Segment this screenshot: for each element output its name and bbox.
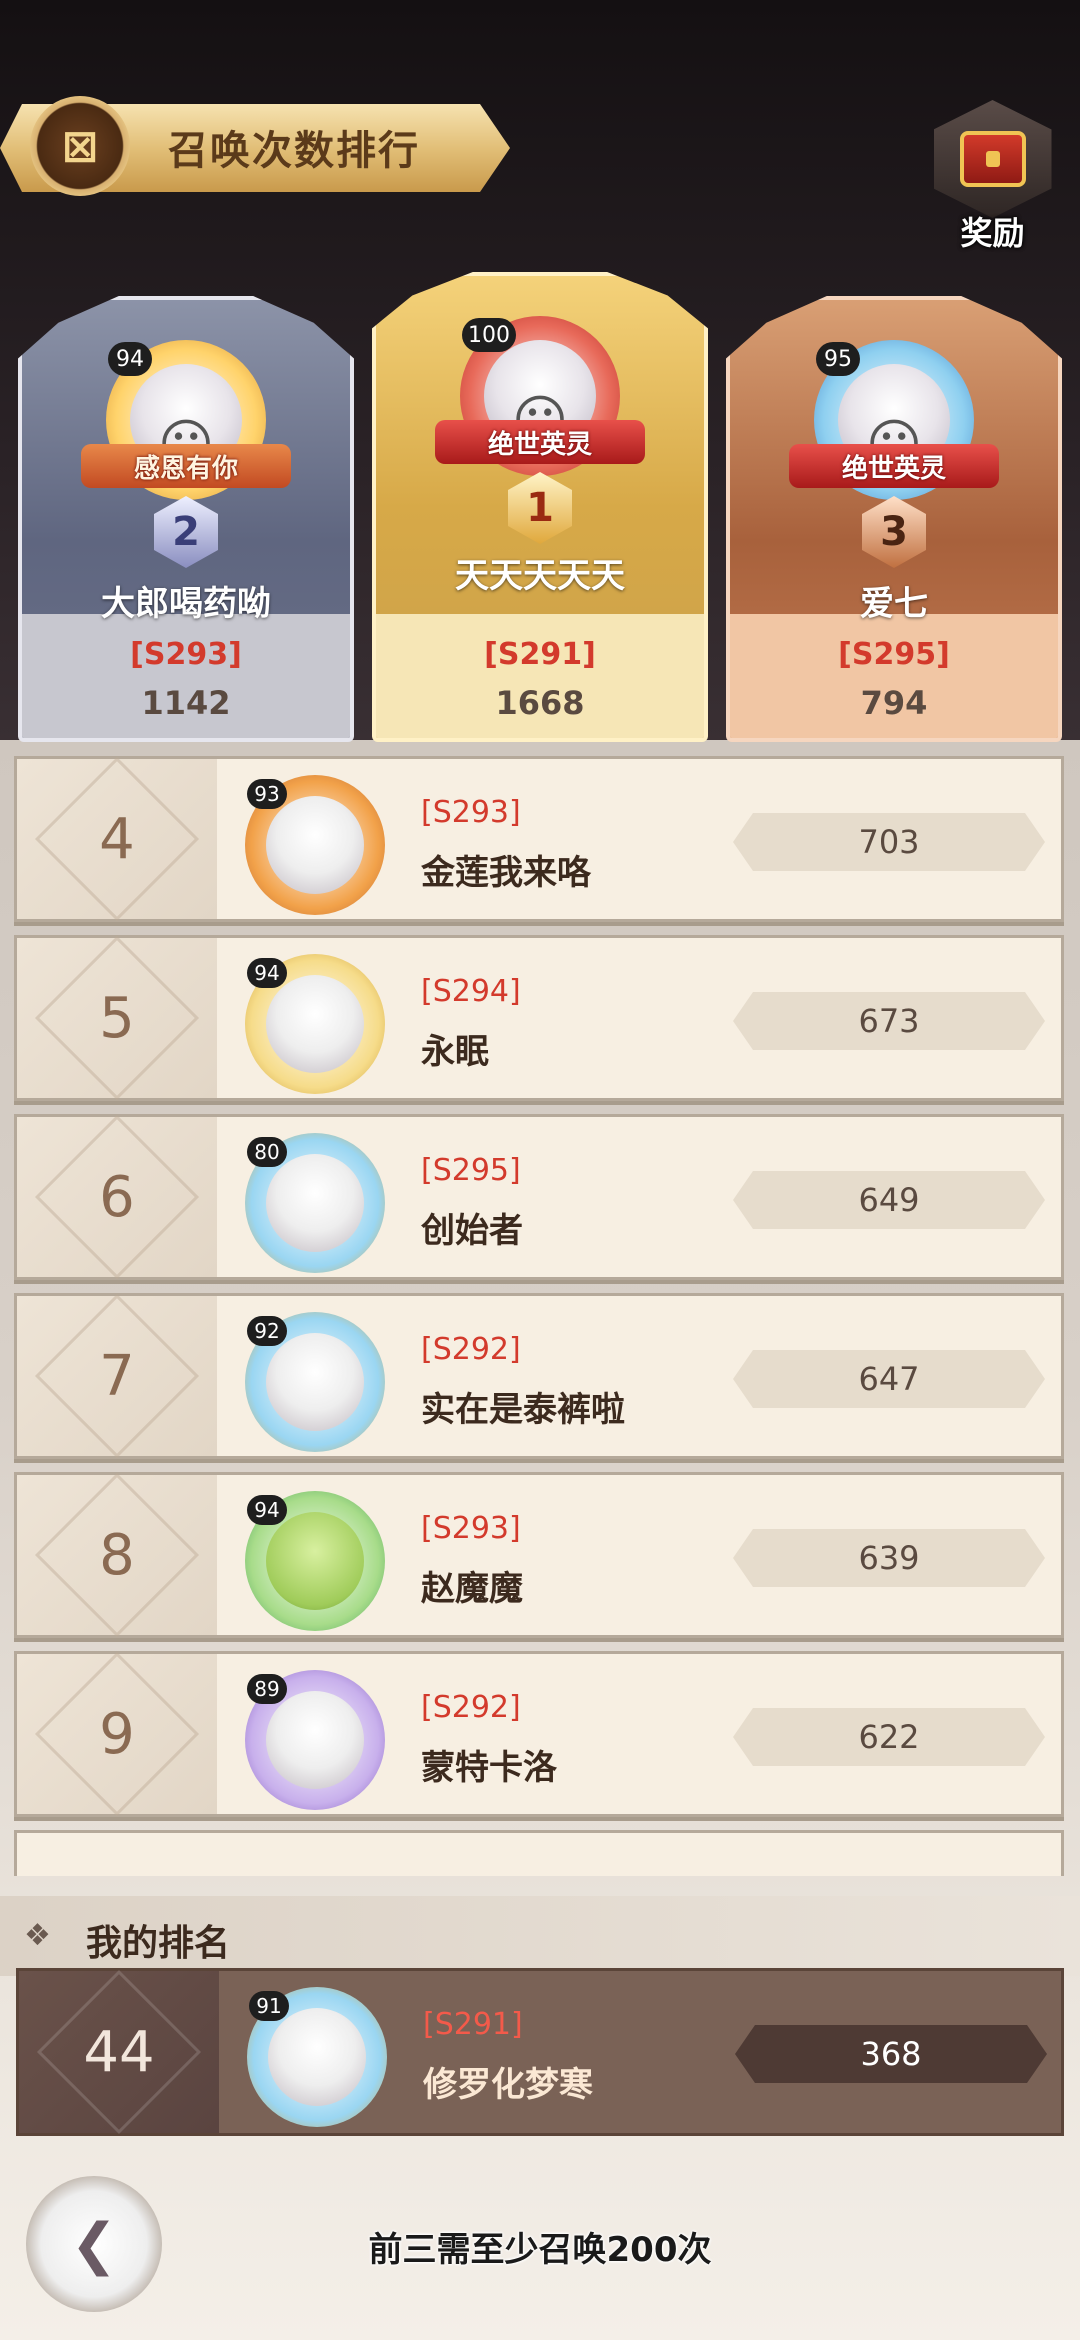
ranking-list[interactable]: 4 93 [S293] 金莲我来咯 703 5 94 [S294] 永眠 673…: [14, 756, 1064, 1876]
list-item[interactable]: 7 92 [S292] 实在是泰裤啦 647: [14, 1293, 1064, 1459]
avatar-portrait: [266, 975, 364, 1073]
summon-count: 647: [733, 1350, 1045, 1408]
avatar[interactable]: 93: [245, 775, 385, 915]
level-badge: 100: [462, 318, 516, 352]
rank-number-text: 9: [99, 1701, 135, 1767]
summon-count: 639: [733, 1529, 1045, 1587]
server-tag: [S291]: [484, 637, 596, 672]
summon-count: 673: [733, 992, 1045, 1050]
player-name: 实在是泰裤啦: [421, 1390, 625, 1430]
avatar[interactable]: 89: [245, 1670, 385, 1810]
avatar[interactable]: 91: [247, 1987, 387, 2127]
reward-label: 奖励: [960, 214, 1025, 252]
rank-number: 44: [19, 1971, 219, 2133]
page-title: 召唤次数排行: [168, 128, 420, 174]
player-name: 天天天天天: [455, 556, 625, 596]
rank-number-text: 4: [99, 806, 135, 872]
rank-number: 4: [17, 759, 217, 919]
level-badge: 95: [816, 342, 860, 376]
rank-number-text: 5: [99, 985, 135, 1051]
podium-card-1[interactable]: ☺ 100 绝世英灵 1 天天天天天 [S291] 1668: [372, 272, 708, 742]
player-name: 蒙特卡洛: [421, 1748, 557, 1788]
rank-number-text: 7: [99, 1343, 135, 1409]
player-name: 赵魔魔: [421, 1569, 523, 1609]
rank-number: 8: [17, 1475, 217, 1635]
podium-card-3[interactable]: ☺ 95 绝世英灵 3 爱七 [S295] 794: [726, 296, 1062, 742]
list-item[interactable]: 6 80 [S295] 创始者 649: [14, 1114, 1064, 1280]
hint-text: 前三需至少召唤200次: [368, 2230, 712, 2270]
server-tag: [S295]: [838, 637, 950, 672]
rank-shield: 1: [508, 472, 572, 544]
server-tag: [S291]: [423, 2007, 523, 2042]
rank-shield: 3: [862, 496, 926, 568]
rank-number-text: 44: [83, 2019, 155, 2085]
list-item-partial[interactable]: [14, 1830, 1064, 1876]
avatar-portrait: [268, 2008, 366, 2106]
rank-shield: 2: [154, 496, 218, 568]
title-badge: 绝世英灵: [435, 420, 645, 464]
summon-count: 649: [733, 1171, 1045, 1229]
server-tag: [S293]: [130, 637, 242, 672]
reward-button[interactable]: 奖励: [930, 100, 1055, 252]
player-name: 金莲我来咯: [421, 853, 591, 893]
level-badge: 92: [247, 1316, 287, 1346]
rank-number-text: 6: [99, 1164, 135, 1230]
rank-number-text: 8: [99, 1522, 135, 1588]
rank-number: 9: [17, 1654, 217, 1814]
avatar[interactable]: 94: [245, 1491, 385, 1631]
my-rank-title: 我的排名: [86, 1923, 231, 1964]
podium-card-2[interactable]: ☺ 94 感恩有你 2 大郎喝药呦 [S293] 1142: [18, 296, 354, 742]
player-name: 爱七: [860, 584, 928, 624]
rank-number: 7: [17, 1296, 217, 1456]
level-badge: 94: [247, 1495, 287, 1525]
level-badge: 93: [247, 779, 287, 809]
level-badge: 91: [249, 1991, 289, 2021]
level-badge: 80: [247, 1137, 287, 1167]
list-item[interactable]: 8 94 [S293] 赵魔魔 639: [14, 1472, 1064, 1638]
avatar[interactable]: 94: [245, 954, 385, 1094]
rank-number: 5: [17, 938, 217, 1098]
player-name: 大郎喝药呦: [101, 584, 271, 624]
level-badge: 94: [247, 958, 287, 988]
server-tag: [S295]: [421, 1153, 521, 1188]
level-badge: 89: [247, 1674, 287, 1704]
player-name: 创始者: [421, 1211, 523, 1251]
rank-number: 6: [17, 1117, 217, 1277]
server-tag: [S292]: [421, 1690, 521, 1725]
title-badge: 绝世英灵: [789, 444, 999, 488]
reward-frame: [933, 100, 1052, 218]
server-tag: [S294]: [421, 974, 521, 1009]
my-rank-row[interactable]: 44 91 [S291] 修罗化梦寒 368: [16, 1968, 1064, 2136]
summon-count: 368: [735, 2025, 1047, 2083]
title-badge: 感恩有你: [81, 444, 291, 488]
avatar[interactable]: 92: [245, 1312, 385, 1452]
avatar-portrait: [266, 1154, 364, 1252]
my-rank-header: ❖ 我的排名: [0, 1896, 1080, 1976]
summon-count: 703: [733, 813, 1045, 871]
medal-icon: ⊠: [30, 96, 130, 196]
avatar-portrait: [266, 1333, 364, 1431]
server-tag: [S293]: [421, 1511, 521, 1546]
list-item[interactable]: 5 94 [S294] 永眠 673: [14, 935, 1064, 1101]
avatar-portrait: [266, 1691, 364, 1789]
summon-count: 622: [733, 1708, 1045, 1766]
server-tag: [S292]: [421, 1332, 521, 1367]
player-name: 修罗化梦寒: [423, 2065, 593, 2105]
summon-count: 1668: [495, 684, 585, 722]
avatar-portrait: [266, 1512, 364, 1610]
diamond-icon: ❖: [24, 1918, 51, 1953]
list-item[interactable]: 9 89 [S292] 蒙特卡洛 622: [14, 1651, 1064, 1817]
avatar-portrait: [266, 796, 364, 894]
list-item[interactable]: 4 93 [S293] 金莲我来咯 703: [14, 756, 1064, 922]
summon-count: 794: [860, 684, 928, 722]
player-name: 永眠: [421, 1032, 489, 1072]
summon-count: 1142: [141, 684, 231, 722]
level-badge: 94: [108, 342, 152, 376]
treasure-chest-icon: [959, 131, 1026, 187]
avatar[interactable]: 80: [245, 1133, 385, 1273]
server-tag: [S293]: [421, 795, 521, 830]
